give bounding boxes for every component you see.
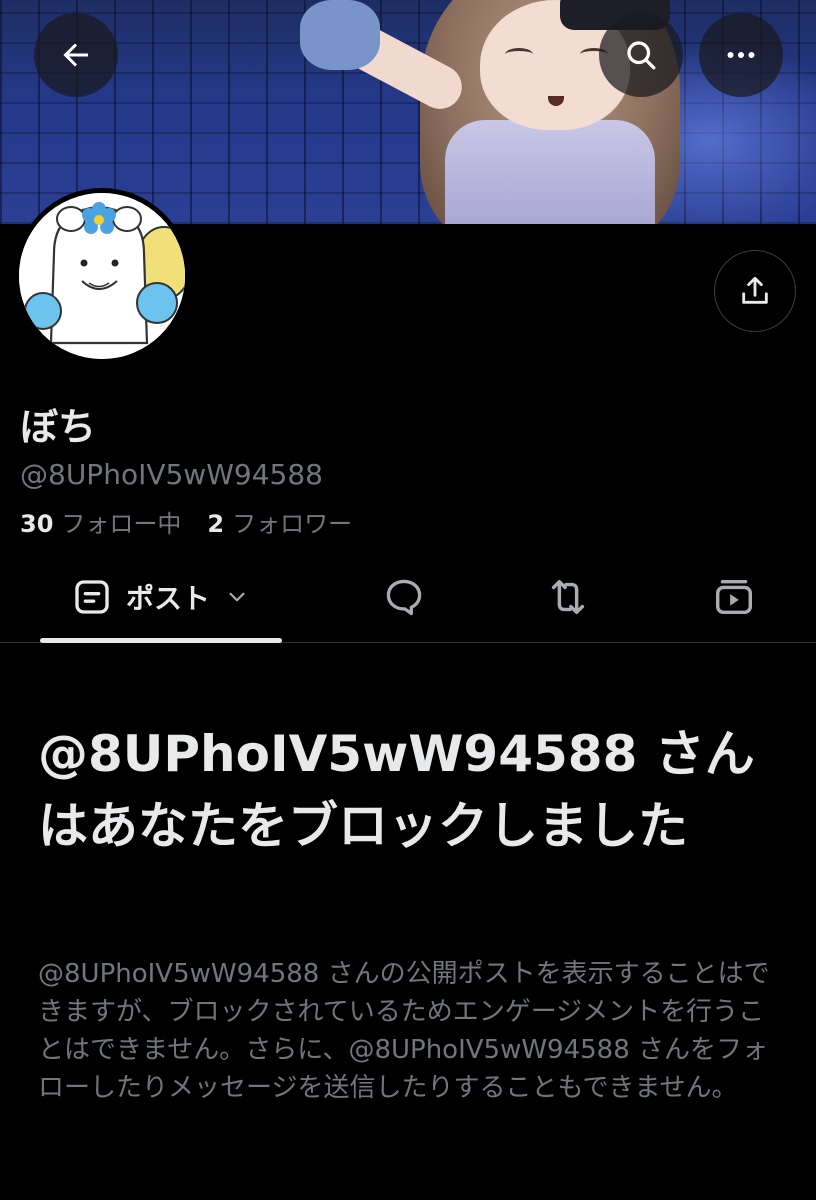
more-button[interactable] <box>699 13 783 97</box>
tab-posts[interactable]: ポスト <box>40 552 282 642</box>
blocked-notice-body: @8UPhoIV5wW94588 さんの公開ポストを表示することはできますが、ブ… <box>38 959 770 1103</box>
active-tab-indicator <box>40 638 282 643</box>
following-count: 30 <box>20 510 54 538</box>
search-icon <box>627 41 656 70</box>
followers-label: フォロワー <box>232 510 353 538</box>
profile-stats: 30 フォロー中 2 フォロワー <box>20 504 352 539</box>
followers-count: 2 <box>207 510 225 538</box>
tab-posts-label: ポスト <box>125 582 210 615</box>
more-horizontal-icon <box>727 52 755 58</box>
profile-avatar[interactable] <box>14 188 190 364</box>
chevron-down-icon[interactable] <box>224 584 250 610</box>
share-icon <box>742 276 768 304</box>
repost-icon <box>551 579 585 615</box>
avatar-character-illustration <box>19 193 185 359</box>
banner-character-glove <box>300 0 380 70</box>
following-link[interactable]: 30 フォロー中 <box>20 504 181 539</box>
following-label: フォロー中 <box>61 510 182 538</box>
profile-display-name: ぼち <box>20 405 97 449</box>
banner-character-eye <box>505 48 533 61</box>
blocked-notice-title: @8UPhoIV5wW94588 さんはあなたをブロックしました <box>38 725 755 855</box>
profile-handle: @8UPhoIV5wW94588 <box>20 458 323 491</box>
posts-icon <box>75 580 109 614</box>
media-video-icon <box>715 579 753 615</box>
tab-reposts[interactable] <box>528 552 608 642</box>
followers-link[interactable]: 2 フォロワー <box>207 504 352 539</box>
arrow-left-icon <box>63 43 88 67</box>
avatar-image <box>19 193 185 359</box>
reply-bubble-icon <box>386 579 422 616</box>
banner-character-body <box>445 120 655 224</box>
tab-media[interactable] <box>694 552 774 642</box>
profile-tabs: ポスト <box>0 552 816 643</box>
share-button[interactable] <box>714 250 796 332</box>
back-button[interactable] <box>34 13 118 97</box>
search-button[interactable] <box>599 13 683 97</box>
tab-replies[interactable] <box>364 552 444 642</box>
